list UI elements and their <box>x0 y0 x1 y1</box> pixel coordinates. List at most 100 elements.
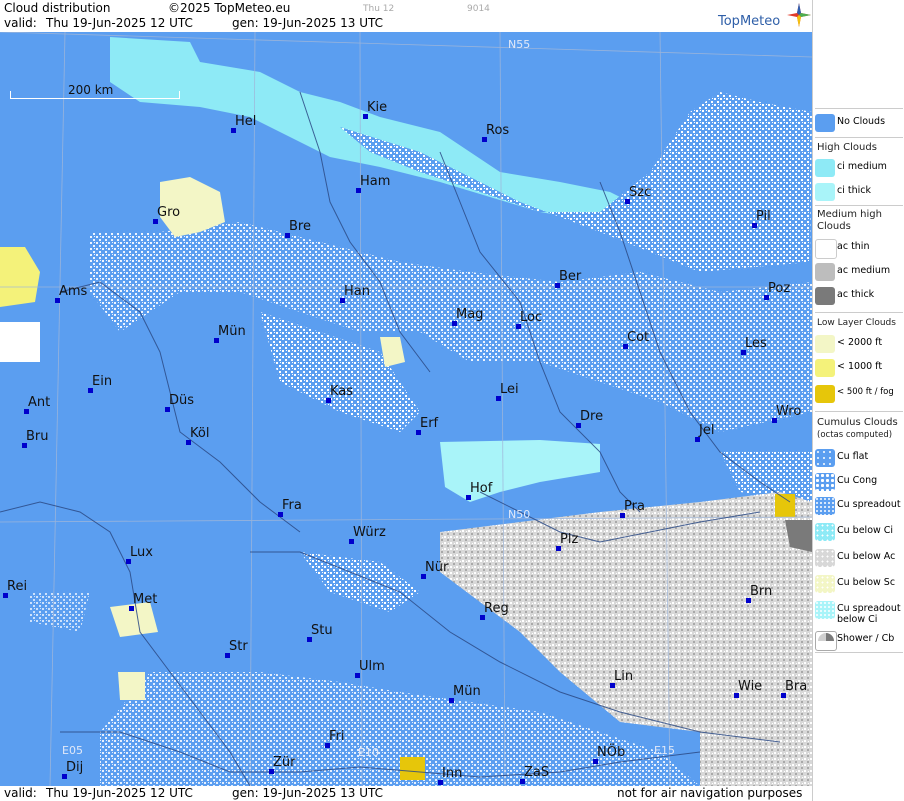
legend-ac-thin: ac thin <box>813 237 904 259</box>
city-label[interactable]: Pra <box>624 499 645 514</box>
grid-label-n55: N55 <box>508 38 531 51</box>
grid-label-e15: E15 <box>654 744 675 757</box>
city-label[interactable]: Bre <box>289 219 311 234</box>
footer-gen-label: gen: 19-Jun-2025 13 UTC <box>232 786 384 800</box>
topmeteo-logo[interactable]: TopMeteo <box>718 14 780 29</box>
map-title: Cloud distribution <box>4 1 111 15</box>
city-label[interactable]: Ros <box>486 123 509 138</box>
valid-value: Thu 19-Jun-2025 12 UTC <box>46 16 193 30</box>
city-label[interactable]: Wie <box>738 679 762 694</box>
city-label[interactable]: Hof <box>470 481 492 496</box>
tab-code[interactable]: 9014 <box>467 4 490 14</box>
legend-cu-spread-below-ci: Cu spreadout below Ci <box>813 599 904 629</box>
city-label[interactable]: Loc <box>520 310 542 325</box>
city-label[interactable]: Ber <box>559 269 581 284</box>
shower-cb-icon <box>815 631 837 651</box>
legend-header-low: Low Layer Clouds <box>817 318 896 328</box>
disclaimer: not for air navigation purposes <box>617 786 803 800</box>
city-label[interactable]: Rei <box>7 579 27 594</box>
footer-valid-label: valid: <box>4 786 37 800</box>
grid-label-e10: E10 <box>358 746 379 759</box>
legend-header-medium: Medium high Clouds <box>817 209 882 232</box>
scale-bar: 200 km <box>10 83 180 103</box>
city-label[interactable]: Mün <box>453 684 481 699</box>
city-label[interactable]: Pil <box>756 209 771 224</box>
city-label[interactable]: Fri <box>329 729 345 744</box>
city-label[interactable]: Kie <box>367 100 387 115</box>
legend-ci-thick: ci thick <box>813 181 904 203</box>
city-label[interactable]: Met <box>133 592 157 607</box>
legend-low-2000: < 2000 ft <box>813 333 904 355</box>
legend-panel: No Clouds High Clouds ci medium ci thick… <box>812 0 904 801</box>
city-label[interactable]: Lei <box>500 382 519 397</box>
legend-ac-medium: ac medium <box>813 261 904 283</box>
city-label[interactable]: Würz <box>353 525 386 540</box>
legend-header-high: High Clouds <box>817 142 877 153</box>
tab-day[interactable]: Thu 12 <box>363 4 394 14</box>
city-label[interactable]: Lux <box>130 545 153 560</box>
legend-cu-spread: Cu spreadout <box>813 495 904 517</box>
footer-bar: valid: Thu 19-Jun-2025 12 UTC gen: 19-Ju… <box>0 786 812 801</box>
legend-ci-medium: ci medium <box>813 157 904 179</box>
city-label[interactable]: Hel <box>235 114 256 129</box>
legend-cumulus-sub: (octas computed) <box>817 430 893 440</box>
city-label[interactable]: Mag <box>456 307 483 322</box>
city-label[interactable]: Inn <box>442 766 462 781</box>
grid-label-n50: N50 <box>508 508 531 521</box>
legend-cu-below-ci: Cu below Ci <box>813 521 904 543</box>
city-label[interactable]: Gro <box>157 205 180 220</box>
city-label[interactable]: Ant <box>28 395 50 410</box>
city-label[interactable]: Les <box>745 336 767 351</box>
city-label[interactable]: Zür <box>273 755 296 770</box>
legend-header-cumulus: Cumulus Clouds <box>817 417 898 428</box>
city-label[interactable]: Brn <box>750 584 772 599</box>
city-label[interactable]: Wro <box>776 404 801 419</box>
legend-cu-flat: Cu flat <box>813 447 904 469</box>
city-label[interactable]: Bru <box>26 429 49 444</box>
city-label[interactable]: Cot <box>627 330 649 345</box>
city-label[interactable]: Fra <box>282 498 302 513</box>
legend-cu-below-sc: Cu below Sc <box>813 573 904 595</box>
cloud-map[interactable]: 200 km N55 N50 E05 E10 E15 Hel Kie Ros H… <box>0 32 812 786</box>
compass-star-icon <box>787 3 811 27</box>
legend-low-1000: < 1000 ft <box>813 357 904 379</box>
valid-label: valid: <box>4 16 37 30</box>
footer-valid-value: Thu 19-Jun-2025 12 UTC <box>46 786 193 800</box>
city-label[interactable]: Dre <box>580 409 603 424</box>
city-label[interactable]: Dij <box>66 760 83 775</box>
legend-cu-cong: Cu Cong <box>813 471 904 493</box>
city-label[interactable]: Bra <box>785 679 807 694</box>
legend-cu-below-ac: Cu below Ac <box>813 547 904 569</box>
city-label[interactable]: Düs <box>169 393 194 408</box>
city-label[interactable]: Han <box>344 284 370 299</box>
city-label[interactable]: Str <box>229 639 248 654</box>
gen-label: gen: 19-Jun-2025 13 UTC <box>232 16 384 30</box>
city-label[interactable]: Ein <box>92 374 112 389</box>
city-label[interactable]: ZaS <box>524 765 549 780</box>
city-label[interactable]: Lin <box>614 669 633 684</box>
grid-label-e05: E05 <box>62 744 83 757</box>
city-label[interactable]: Mün <box>218 324 246 339</box>
legend-low-500: < 500 ft / fog <box>813 383 904 405</box>
scale-label: 200 km <box>68 83 114 97</box>
legend-no-clouds: No Clouds <box>813 112 904 134</box>
city-label[interactable]: Nür <box>425 560 448 575</box>
city-label[interactable]: Jel <box>699 423 714 438</box>
city-label[interactable]: Ham <box>360 174 390 189</box>
city-label[interactable]: Erf <box>420 416 438 431</box>
city-label[interactable]: Plz <box>560 532 578 547</box>
legend-shower: Shower / Cb <box>813 629 904 651</box>
copyright: ©2025 TopMeteo.eu <box>168 1 291 15</box>
city-label[interactable]: Reg <box>484 601 509 616</box>
city-label[interactable]: NÖb <box>597 745 625 760</box>
legend-ac-thick: ac thick <box>813 285 904 307</box>
cloud-layer <box>0 32 812 786</box>
city-label[interactable]: Köl <box>190 426 209 441</box>
city-label[interactable]: Poz <box>768 281 790 296</box>
city-label[interactable]: Kas <box>330 384 353 399</box>
city-label[interactable]: Ulm <box>359 659 385 674</box>
city-label[interactable]: Ams <box>59 284 87 299</box>
header-bar: Cloud distribution ©2025 TopMeteo.eu Thu… <box>0 0 812 32</box>
city-label[interactable]: Stu <box>311 623 333 638</box>
city-label[interactable]: Szc <box>629 185 651 200</box>
